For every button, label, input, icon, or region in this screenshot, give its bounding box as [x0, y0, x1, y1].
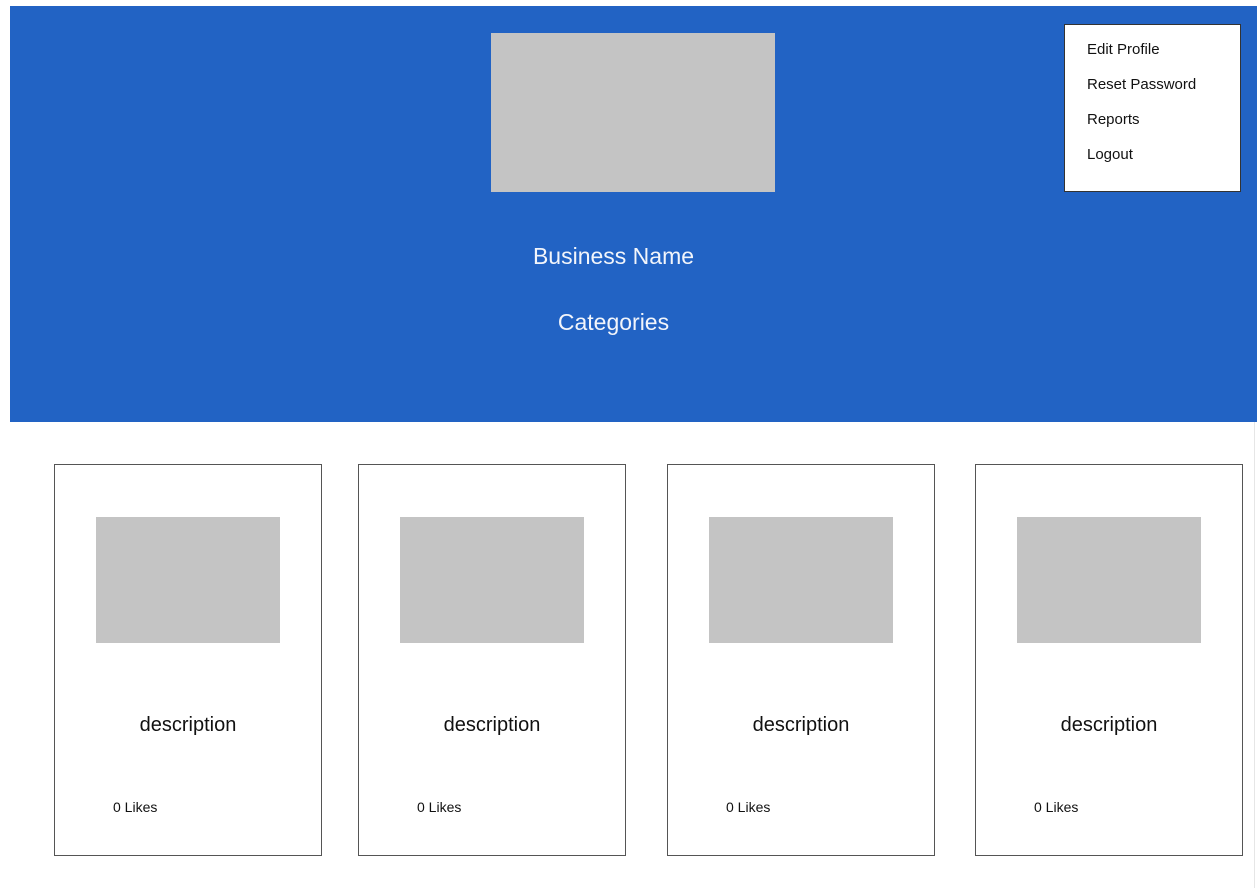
post-image-placeholder — [1017, 517, 1201, 643]
post-description: description — [139, 714, 237, 736]
menu-item-reports[interactable]: Reports — [1087, 111, 1140, 129]
post-description: description — [443, 714, 541, 736]
menu-item-logout[interactable]: Logout — [1087, 146, 1133, 164]
post-likes: 0 Likes — [726, 799, 771, 815]
business-name: Business Name — [532, 243, 695, 269]
post-image-placeholder — [400, 517, 584, 643]
post-card[interactable]: description 0 Likes — [667, 464, 935, 856]
post-likes: 0 Likes — [1034, 799, 1079, 815]
post-card[interactable]: description 0 Likes — [975, 464, 1243, 856]
business-image-placeholder — [491, 33, 775, 192]
post-likes: 0 Likes — [113, 799, 158, 815]
profile-menu: Edit Profile Reset Password Reports Logo… — [1064, 24, 1241, 192]
business-categories: Categories — [557, 309, 670, 335]
post-image-placeholder — [709, 517, 893, 643]
menu-item-reset-password[interactable]: Reset Password — [1087, 76, 1196, 94]
post-image-placeholder — [96, 517, 280, 643]
post-description: description — [752, 714, 850, 736]
menu-item-edit-profile[interactable]: Edit Profile — [1087, 41, 1160, 59]
post-card[interactable]: description 0 Likes — [54, 464, 322, 856]
page-edge-divider — [1254, 422, 1255, 888]
post-description: description — [1060, 714, 1158, 736]
post-likes: 0 Likes — [417, 799, 462, 815]
post-card[interactable]: description 0 Likes — [358, 464, 626, 856]
